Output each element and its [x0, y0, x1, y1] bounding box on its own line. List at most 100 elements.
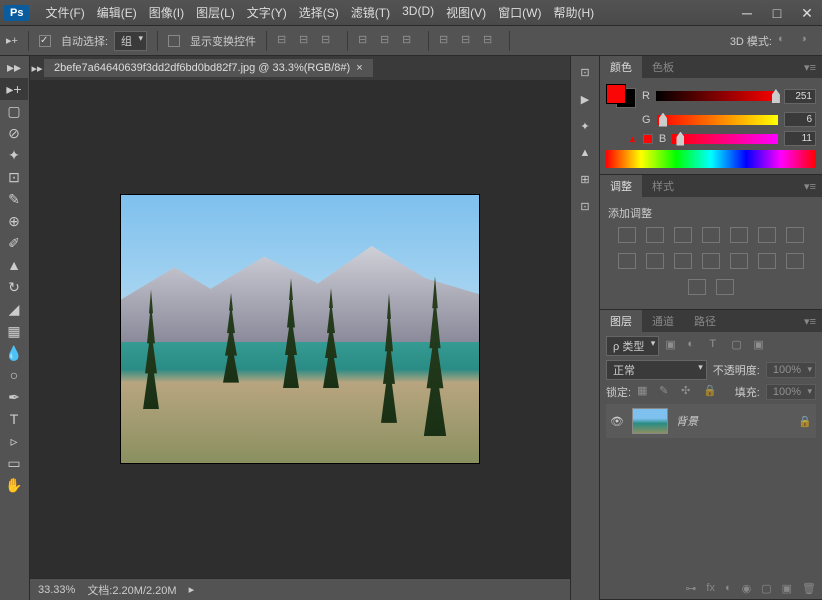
hand-tool[interactable]: ✋	[0, 474, 28, 496]
maximize-button[interactable]: □	[762, 1, 792, 25]
adjust-panel-menu-icon[interactable]: ▾≡	[798, 180, 822, 193]
filter-image-icon[interactable]: ▣	[665, 338, 681, 354]
auto-select-dropdown[interactable]: 组	[114, 31, 147, 51]
new-adjust-icon[interactable]: ◉	[742, 582, 752, 595]
color-spectrum[interactable]	[606, 150, 816, 168]
warn-swatch[interactable]	[643, 134, 653, 144]
fx-icon[interactable]: fx	[706, 582, 715, 595]
tab-paths[interactable]: 路径	[684, 310, 726, 332]
show-transform-checkbox[interactable]	[168, 35, 180, 47]
opacity-input[interactable]: 100%	[766, 362, 816, 378]
layers-panel-menu-icon[interactable]: ▾≡	[798, 315, 822, 328]
tab-color[interactable]: 颜色	[600, 56, 642, 78]
align-icon-1[interactable]: ⊟	[277, 33, 293, 49]
lock-image-icon[interactable]: ✎	[659, 384, 675, 400]
b-input[interactable]	[784, 131, 816, 146]
menu-edit[interactable]: 编辑(E)	[91, 4, 143, 21]
channel-mixer-icon[interactable]	[674, 253, 692, 269]
visibility-icon[interactable]: 👁	[610, 415, 624, 428]
tab-channels[interactable]: 通道	[642, 310, 684, 332]
align-icon-2[interactable]: ⊟	[299, 33, 315, 49]
align-icon-6[interactable]: ⊟	[402, 33, 418, 49]
tab-close-icon[interactable]: ×	[356, 62, 362, 74]
compass-icon[interactable]: ✦	[580, 120, 589, 133]
shape-tool[interactable]: ▭	[0, 452, 28, 474]
bw-icon[interactable]	[618, 253, 636, 269]
brush-tool[interactable]: ✐	[0, 232, 28, 254]
auto-select-checkbox[interactable]	[39, 35, 51, 47]
filter-shape-icon[interactable]: ▢	[731, 338, 747, 354]
menu-3d[interactable]: 3D(D)	[396, 4, 440, 21]
layer-thumbnail[interactable]	[632, 408, 668, 434]
g-slider[interactable]	[657, 115, 778, 125]
selective-color-icon[interactable]	[716, 279, 734, 295]
histogram-icon[interactable]: ▲	[580, 147, 591, 159]
g-input[interactable]	[784, 112, 816, 127]
fill-input[interactable]: 100%	[766, 384, 816, 400]
mask-icon[interactable]: ◐	[725, 582, 732, 595]
preset-icon[interactable]: ⊡	[580, 200, 589, 213]
r-slider[interactable]	[656, 91, 778, 101]
color-balance-icon[interactable]	[786, 227, 804, 243]
stamp-tool[interactable]: ▲	[0, 254, 28, 276]
foreground-background-swatch[interactable]	[606, 84, 636, 108]
tab-styles[interactable]: 样式	[642, 175, 684, 197]
photo-filter-icon[interactable]	[646, 253, 664, 269]
menu-file[interactable]: 文件(F)	[39, 4, 90, 21]
collapse-icon[interactable]: ▸▸	[0, 56, 28, 78]
play-icon[interactable]: ▶	[581, 93, 589, 106]
b-slider[interactable]	[672, 134, 778, 144]
path-tool[interactable]: ▹	[0, 430, 28, 452]
zoom-level[interactable]: 33.33%	[38, 584, 75, 596]
menu-image[interactable]: 图像(I)	[143, 4, 190, 21]
vibrance-icon[interactable]	[730, 227, 748, 243]
posterize-icon[interactable]	[730, 253, 748, 269]
tab-adjustments[interactable]: 调整	[600, 175, 642, 197]
gradient-map-icon[interactable]	[688, 279, 706, 295]
history-icon[interactable]: ⊡	[580, 66, 589, 79]
distribute-icon-2[interactable]: ⊟	[461, 33, 477, 49]
distribute-icon-1[interactable]: ⊟	[439, 33, 455, 49]
move-tool[interactable]: ▸+	[0, 78, 28, 100]
eraser-tool[interactable]: ◢	[0, 298, 28, 320]
dodge-tool[interactable]: ○	[0, 364, 28, 386]
levels-icon[interactable]	[646, 227, 664, 243]
lock-all-icon[interactable]: 🔒	[703, 384, 719, 400]
layer-filter-kind[interactable]: ρ 类型	[606, 336, 659, 356]
pen-tool[interactable]: ✒	[0, 386, 28, 408]
type-tool[interactable]: T	[0, 408, 28, 430]
lock-pos-icon[interactable]: ✣	[681, 384, 697, 400]
document-tab[interactable]: 2befe7a64640639f3dd2df6bd0bd82f7.jpg @ 3…	[44, 59, 373, 77]
menu-help[interactable]: 帮助(H)	[547, 4, 600, 21]
filter-adjust-icon[interactable]: ◐	[687, 338, 703, 354]
blur-tool[interactable]: 💧	[0, 342, 28, 364]
align-icon-3[interactable]: ⊟	[321, 33, 337, 49]
menu-filter[interactable]: 滤镜(T)	[345, 4, 396, 21]
eyedropper-tool[interactable]: ✎	[0, 188, 28, 210]
layer-name[interactable]: 背景	[676, 413, 698, 429]
menu-select[interactable]: 选择(S)	[293, 4, 345, 21]
status-arrow-icon[interactable]: ▸	[189, 583, 195, 596]
align-icon-4[interactable]: ⊟	[358, 33, 374, 49]
new-group-icon[interactable]: ▢	[761, 582, 771, 595]
tab-layers[interactable]: 图层	[600, 310, 642, 332]
crop-tool[interactable]: ⊡	[0, 166, 28, 188]
3d-icon-2[interactable]: ◑	[800, 33, 816, 49]
info-icon[interactable]: ⊞	[580, 173, 589, 186]
filter-smart-icon[interactable]: ▣	[753, 338, 769, 354]
align-icon-5[interactable]: ⊟	[380, 33, 396, 49]
invert-icon[interactable]	[758, 253, 776, 269]
filter-text-icon[interactable]: T	[709, 338, 725, 354]
menu-type[interactable]: 文字(Y)	[241, 4, 293, 21]
blend-mode-dropdown[interactable]: 正常	[606, 360, 707, 380]
distribute-icon-3[interactable]: ⊟	[483, 33, 499, 49]
lock-trans-icon[interactable]: ▦	[637, 384, 653, 400]
r-input[interactable]	[784, 89, 816, 104]
link-layers-icon[interactable]: ⊶	[685, 582, 696, 595]
layer-background[interactable]: 👁 背景 🔒	[606, 404, 816, 438]
tab-swatch[interactable]: 色板	[642, 56, 684, 78]
color-panel-menu-icon[interactable]: ▾≡	[798, 61, 822, 74]
hue-icon[interactable]	[758, 227, 776, 243]
history-brush-tool[interactable]: ↻	[0, 276, 28, 298]
new-layer-icon[interactable]: ▣	[782, 582, 792, 595]
